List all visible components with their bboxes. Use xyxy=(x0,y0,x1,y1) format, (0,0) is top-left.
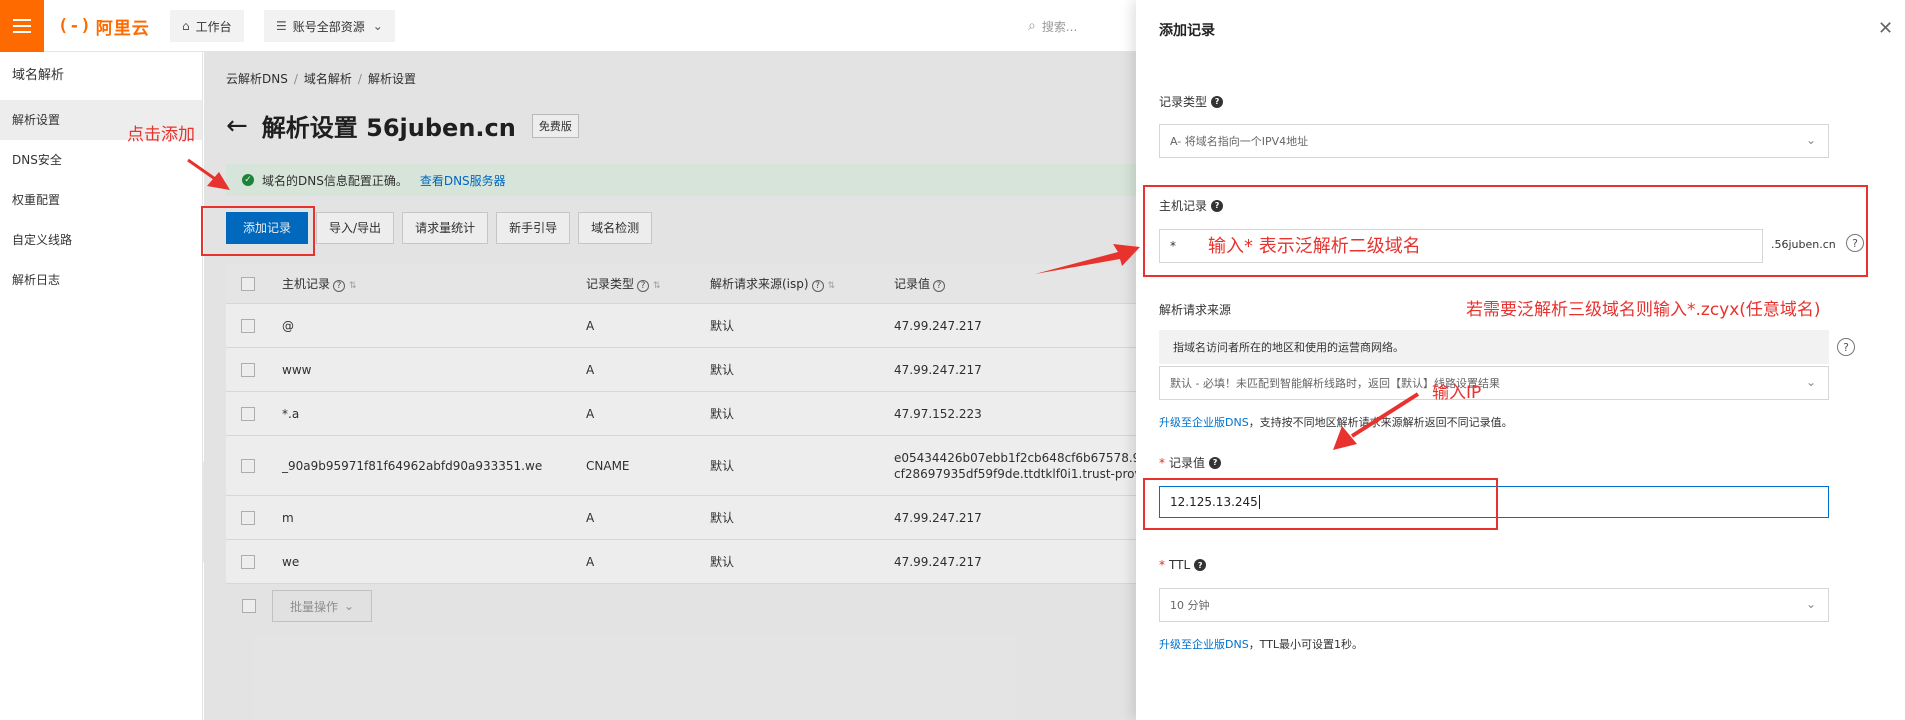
help-icon[interactable]: ? xyxy=(1209,456,1222,469)
chevron-down-icon: ⌄ xyxy=(1805,375,1816,389)
chevron-down-icon: ⌄ xyxy=(1805,133,1816,147)
aliyun-logo[interactable]: (-) 阿里云 xyxy=(58,14,150,39)
modal-overlay[interactable] xyxy=(204,52,1136,720)
chevron-down-icon: ⌄ xyxy=(1805,597,1816,611)
annotation-box-host xyxy=(1143,185,1868,277)
workbench-button[interactable]: ⌂ 工作台 xyxy=(170,10,244,42)
help-icon[interactable]: ? xyxy=(1837,338,1855,356)
sidebar-item-custom-line[interactable]: 自定义线路 xyxy=(0,220,202,260)
logo-mark: (-) xyxy=(58,16,92,36)
logo-text: 阿里云 xyxy=(95,18,150,39)
home-icon: ⌂ xyxy=(182,19,190,33)
help-icon[interactable]: ? xyxy=(1211,95,1224,108)
stack-icon: ☰ xyxy=(276,19,287,33)
menu-button[interactable] xyxy=(0,0,44,52)
search-input[interactable]: ⌕ 搜索... xyxy=(1028,12,1138,40)
ttl-upgrade-hint: 升级至企业版DNS，TTL最小可设置1秒。 xyxy=(1159,638,1364,651)
annotation-host-hint: 输入* 表示泛解析二级域名 xyxy=(1208,236,1421,257)
sidebar-item-resolve-log[interactable]: 解析日志 xyxy=(0,260,202,300)
search-placeholder: 搜索... xyxy=(1041,19,1078,34)
hamburger-icon xyxy=(13,25,31,27)
account-resources-label: 账号全部资源 xyxy=(292,19,365,34)
upgrade-link[interactable]: 升级至企业版DNS xyxy=(1159,416,1249,429)
workbench-label: 工作台 xyxy=(195,19,232,34)
record-type-label: 记录类型? xyxy=(1159,93,1224,110)
annotation-third-level-hint: 若需要泛解析三级域名则输入*.zcyx(任意域名) xyxy=(1466,300,1821,320)
isp-note: 指域名访问者所在的地区和使用的运营商网络。 xyxy=(1159,330,1829,364)
sidebar-title: 域名解析 xyxy=(12,68,65,83)
upgrade-link[interactable]: 升级至企业版DNS xyxy=(1159,638,1249,651)
sidebar-item-weight-config[interactable]: 权重配置 xyxy=(0,180,202,220)
drawer-title: 添加记录 xyxy=(1159,23,1215,39)
account-resources-dropdown[interactable]: ☰ 账号全部资源 ⌄ xyxy=(264,10,395,42)
chevron-down-icon: ⌄ xyxy=(372,19,383,33)
record-type-select[interactable]: A- 将域名指向一个IPV4地址 ⌄ xyxy=(1159,124,1829,158)
ttl-value: 10 分钟 xyxy=(1170,599,1210,612)
annotation-click-add: 点击添加 xyxy=(127,125,195,145)
record-value-label: * 记录值? xyxy=(1159,454,1222,471)
ttl-select[interactable]: 10 分钟 ⌄ xyxy=(1159,588,1829,622)
isp-upgrade-hint: 升级至企业版DNS，支持按不同地区解析请求来源解析返回不同记录值。 xyxy=(1159,416,1513,429)
annotation-box-add xyxy=(201,206,315,256)
help-icon[interactable]: ? xyxy=(1194,559,1207,571)
add-record-drawer: 添加记录 ✕ 记录类型? A- 将域名指向一个IPV4地址 ⌄ 主机记录? * … xyxy=(1136,0,1905,720)
annotation-box-value xyxy=(1143,478,1498,530)
close-icon[interactable]: ✕ xyxy=(1878,18,1893,39)
ttl-label: * TTL? xyxy=(1159,558,1207,572)
isp-label: 解析请求来源 xyxy=(1159,303,1232,317)
sidebar-item-dns-security[interactable]: DNS安全 xyxy=(0,140,202,180)
annotation-ip-hint: 输入IP xyxy=(1432,383,1482,403)
search-icon: ⌕ xyxy=(1028,18,1036,34)
record-type-value: A- 将域名指向一个IPV4地址 xyxy=(1170,135,1309,148)
sidebar: 域名解析 解析设置 DNS安全 权重配置 自定义线路 解析日志 xyxy=(0,52,203,720)
isp-select[interactable]: 默认 - 必填！未匹配到智能解析线路时，返回【默认】线路设置结果 ⌄ xyxy=(1159,366,1829,400)
